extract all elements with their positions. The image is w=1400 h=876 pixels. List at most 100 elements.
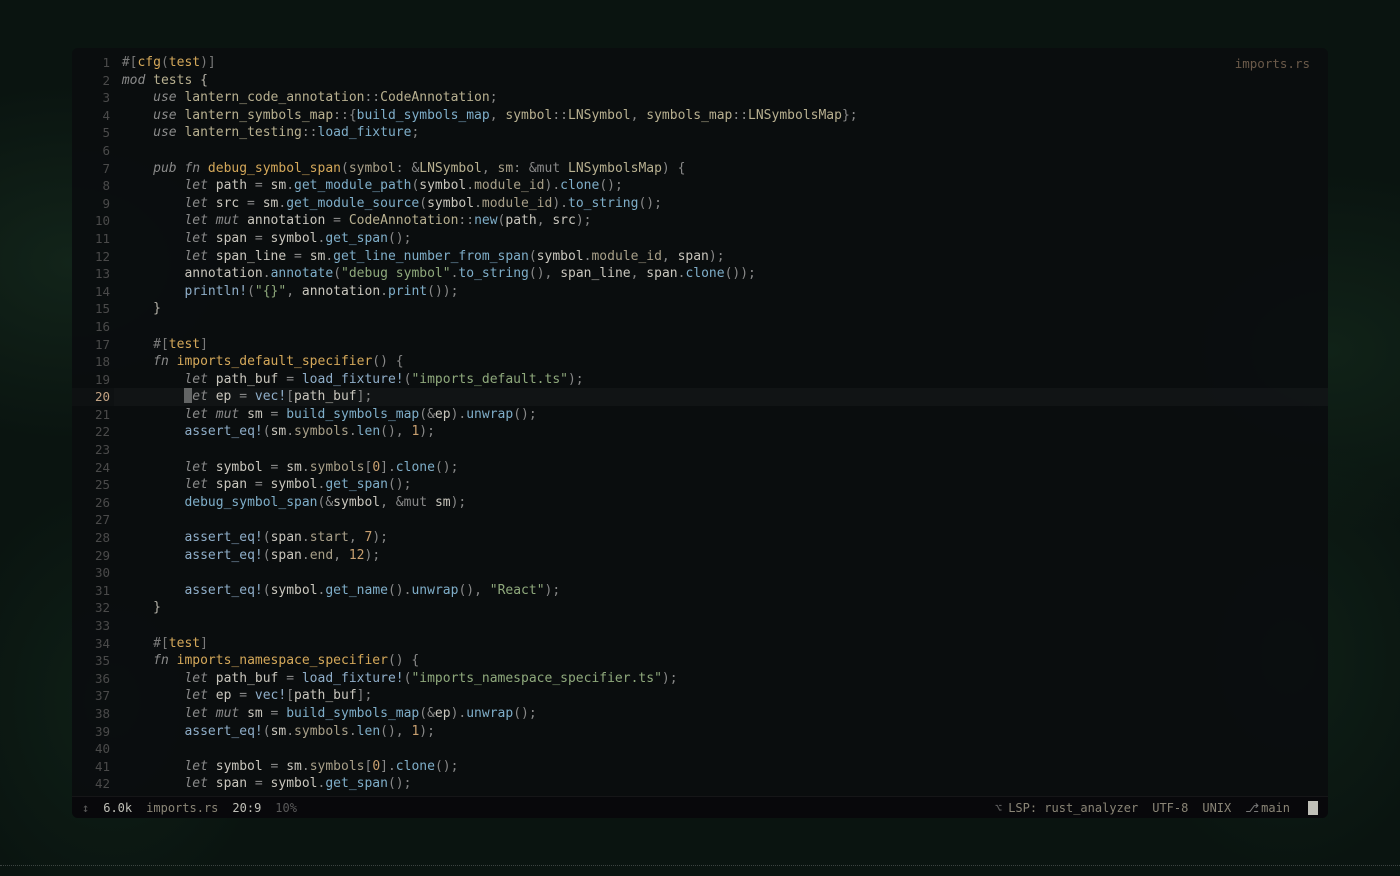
code-line[interactable]: mod tests { (114, 72, 1328, 90)
code-token: & (325, 495, 333, 510)
code-line[interactable]: annotation.annotate("debug symbol".to_st… (114, 265, 1328, 283)
code-line[interactable]: let mut annotation = CodeAnnotation::new… (114, 212, 1328, 230)
code-line[interactable]: et ep = vec![path_buf]; (114, 388, 1328, 406)
code-token: ( (419, 407, 427, 422)
code-token: (); (388, 776, 411, 791)
code-line[interactable]: } (114, 599, 1328, 617)
code-line[interactable]: assert_eq!(span.end, 12); (114, 547, 1328, 565)
code-token: let (122, 178, 216, 193)
code-token: ( (419, 196, 427, 211)
code-token: , (631, 266, 647, 281)
code-token: span_line (216, 249, 286, 264)
code-token: CodeAnnotation (349, 213, 459, 228)
code-token: to_string (568, 196, 638, 211)
code-line[interactable]: assert_eq!(sm.symbols.len(), 1); (114, 723, 1328, 741)
line-number: 30 (72, 564, 110, 582)
code-token: ( (263, 424, 271, 439)
code-token: test (169, 55, 200, 70)
code-token: sm (271, 424, 287, 439)
code-line[interactable]: let ep = vec![path_buf]; (114, 687, 1328, 705)
code-token: load_fixture! (302, 372, 404, 387)
code-line[interactable]: let path = sm.get_module_path(symbol.mod… (114, 177, 1328, 195)
code-token: assert_eq! (184, 583, 262, 598)
code-token: , (662, 249, 678, 264)
code-token: load_fixture! (302, 671, 404, 686)
code-token: assert_eq! (184, 724, 262, 739)
code-token: )] (200, 55, 216, 70)
code-line[interactable] (114, 142, 1328, 160)
cursor-position: 20:9 (232, 801, 261, 815)
code-token: ); (545, 583, 561, 598)
code-line[interactable]: use lantern_symbols_map::{build_symbols_… (114, 107, 1328, 125)
code-line[interactable] (114, 617, 1328, 635)
line-number: 33 (72, 617, 110, 635)
code-token: symbols (310, 759, 365, 774)
code-line[interactable]: let mut sm = build_symbols_map(&ep).unwr… (114, 705, 1328, 723)
branch-icon: ⎇ (1245, 801, 1259, 815)
line-number: 7 (72, 160, 110, 178)
code-line[interactable]: let span = symbol.get_span(); (114, 775, 1328, 793)
code-line[interactable]: let span = symbol.get_span(); (114, 230, 1328, 248)
code-token: = (263, 706, 286, 721)
code-line[interactable] (114, 511, 1328, 529)
code-token: symbol (333, 495, 380, 510)
code-token: path_buf (294, 688, 357, 703)
code-line[interactable]: let symbol = sm.symbols[0].clone(); (114, 459, 1328, 477)
code-line[interactable]: #[cfg(test)] (114, 54, 1328, 72)
code-token: imports_namespace_specifier (177, 653, 388, 668)
code-token: (), (380, 724, 411, 739)
statusbar-center: ⌥ LSP: rust_analyzer (995, 801, 1138, 815)
code-token: . (302, 460, 310, 475)
code-content[interactable]: #[cfg(test)] mod tests { use lantern_cod… (114, 54, 1328, 796)
code-line[interactable]: } (114, 300, 1328, 318)
code-token: cfg (137, 55, 160, 70)
code-line[interactable]: let mut sm = build_symbols_map(&ep).unwr… (114, 406, 1328, 424)
code-token: test (169, 636, 200, 651)
code-line[interactable]: #[test] (114, 635, 1328, 653)
line-number: 26 (72, 494, 110, 512)
code-token (122, 266, 185, 281)
line-number: 12 (72, 248, 110, 266)
code-token: clone (560, 178, 599, 193)
code-token: = (325, 213, 348, 228)
code-line[interactable]: debug_symbol_span(&symbol, &mut sm); (114, 494, 1328, 512)
line-number: 39 (72, 723, 110, 741)
code-line[interactable]: let path_buf = load_fixture!("imports_de… (114, 371, 1328, 389)
code-token: et (192, 389, 215, 404)
code-line[interactable]: fn imports_namespace_specifier() { (114, 652, 1328, 670)
code-line[interactable]: assert_eq!(span.start, 7); (114, 529, 1328, 547)
code-area[interactable]: 1234567891011121314151617181920212223242… (72, 48, 1328, 796)
code-token: ]; (357, 389, 373, 404)
code-line[interactable]: fn imports_default_specifier() { (114, 353, 1328, 371)
code-token: (); (388, 231, 411, 246)
code-line[interactable]: let span_line = sm.get_line_number_from_… (114, 248, 1328, 266)
code-line[interactable]: use lantern_testing::load_fixture; (114, 124, 1328, 142)
line-ending: UNIX (1202, 801, 1231, 815)
code-token: ]. (380, 460, 396, 475)
code-token: ] (200, 337, 208, 352)
code-line[interactable]: let src = sm.get_module_source(symbol.mo… (114, 195, 1328, 213)
code-line[interactable] (114, 564, 1328, 582)
line-number: 24 (72, 459, 110, 477)
code-line[interactable]: let symbol = sm.symbols[0].clone(); (114, 758, 1328, 776)
code-line[interactable]: let span = symbol.get_span(); (114, 476, 1328, 494)
code-line[interactable]: assert_eq!(symbol.get_name().unwrap(), "… (114, 582, 1328, 600)
code-line[interactable]: #[test] (114, 336, 1328, 354)
code-line[interactable]: assert_eq!(sm.symbols.len(), 1); (114, 423, 1328, 441)
code-line[interactable] (114, 318, 1328, 336)
code-line[interactable]: pub fn debug_symbol_span(symbol: &LNSymb… (114, 160, 1328, 178)
mode-indicator (1308, 801, 1318, 815)
code-line[interactable] (114, 441, 1328, 459)
code-token: symbol (216, 460, 263, 475)
code-line[interactable]: let path_buf = load_fixture!("imports_na… (114, 670, 1328, 688)
code-line[interactable]: use lantern_code_annotation::CodeAnnotat… (114, 89, 1328, 107)
scroll-percent: 10% (275, 801, 297, 815)
code-token: "{}" (255, 284, 286, 299)
code-token: sm (286, 460, 302, 475)
code-token: test (169, 337, 200, 352)
code-token: ( (263, 583, 271, 598)
code-token: . (286, 424, 294, 439)
code-line[interactable] (114, 740, 1328, 758)
code-line[interactable]: println!("{}", annotation.print()); (114, 283, 1328, 301)
line-number: 11 (72, 230, 110, 248)
